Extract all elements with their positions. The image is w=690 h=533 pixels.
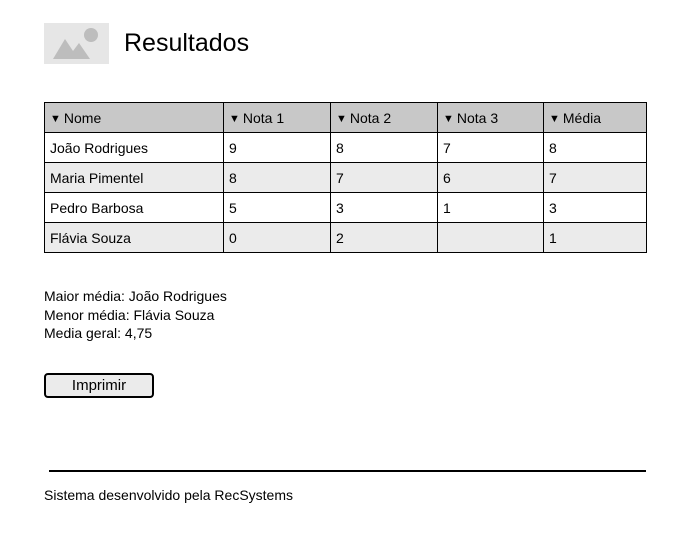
cell-nota-3 xyxy=(437,222,544,253)
table-row: Pedro Barbosa 5 3 1 3 xyxy=(44,192,647,223)
summary-block: Maior média: João Rodrigues Menor média:… xyxy=(44,287,227,343)
column-header-media[interactable]: ▼ Média xyxy=(543,102,647,133)
cell-media: 3 xyxy=(543,192,647,223)
cell-media: 8 xyxy=(543,132,647,163)
cell-nota-3: 6 xyxy=(437,162,544,193)
footer-text: Sistema desenvolvido pela RecSystems xyxy=(44,487,294,503)
logo-image-placeholder xyxy=(44,23,109,64)
overall-average-text: Media geral: 4,75 xyxy=(44,325,153,341)
cell-nome: Flávia Souza xyxy=(44,222,224,253)
cell-nota-2: 2 xyxy=(330,222,438,253)
lowest-average-text: Menor média: Flávia Souza xyxy=(44,306,215,323)
cell-nome: Maria Pimentel xyxy=(44,162,224,193)
column-header-label: Nome xyxy=(63,109,102,126)
cell-nota-2: 3 xyxy=(330,192,438,223)
cell-nota-2: 7 xyxy=(330,162,438,193)
cell-nota-1: 0 xyxy=(223,222,331,253)
sort-down-icon: ▼ xyxy=(229,112,240,125)
sort-down-icon: ▼ xyxy=(50,112,61,125)
column-header-label: Nota 2 xyxy=(349,109,392,126)
cell-nota-2: 8 xyxy=(330,132,438,163)
cell-nota-1: 5 xyxy=(223,192,331,223)
column-header-label: Nota 3 xyxy=(456,109,499,126)
print-button[interactable]: Imprimir xyxy=(44,373,154,398)
table-row: João Rodrigues 9 8 7 8 xyxy=(44,132,647,163)
cell-media: 7 xyxy=(543,162,647,193)
sort-down-icon: ▼ xyxy=(549,112,560,125)
cell-media: 1 xyxy=(543,222,647,253)
column-header-nota-3[interactable]: ▼ Nota 3 xyxy=(437,102,544,133)
sort-down-icon: ▼ xyxy=(443,112,454,125)
cell-nota-3: 7 xyxy=(437,132,544,163)
highest-average-text: Maior média: João Rodrigues xyxy=(44,288,227,304)
table-row: Flávia Souza 0 2 1 xyxy=(44,222,647,253)
cell-nota-1: 9 xyxy=(223,132,331,163)
cell-nome: João Rodrigues xyxy=(44,132,224,163)
cell-nome: Pedro Barbosa xyxy=(44,192,224,223)
page-title: Resultados xyxy=(124,29,250,57)
column-header-label: Nota 1 xyxy=(242,109,285,126)
cell-nota-3: 1 xyxy=(437,192,544,223)
column-header-nome[interactable]: ▼ Nome xyxy=(44,102,224,133)
results-table: ▼ Nome ▼ Nota 1 ▼ Nota 2 ▼ Nota 3 ▼ Média Joã… xyxy=(44,102,647,253)
column-header-label: Média xyxy=(562,109,602,126)
table-row: Maria Pimentel 8 7 6 7 xyxy=(44,162,647,193)
column-header-nota-2[interactable]: ▼ Nota 2 xyxy=(330,102,438,133)
image-placeholder-icon xyxy=(53,28,98,59)
column-header-nota-1[interactable]: ▼ Nota 1 xyxy=(223,102,331,133)
table-header-row: ▼ Nome ▼ Nota 1 ▼ Nota 2 ▼ Nota 3 ▼ Média xyxy=(44,102,647,133)
cell-nota-1: 8 xyxy=(223,162,331,193)
footer-divider xyxy=(49,470,646,472)
sort-down-icon: ▼ xyxy=(336,112,347,125)
